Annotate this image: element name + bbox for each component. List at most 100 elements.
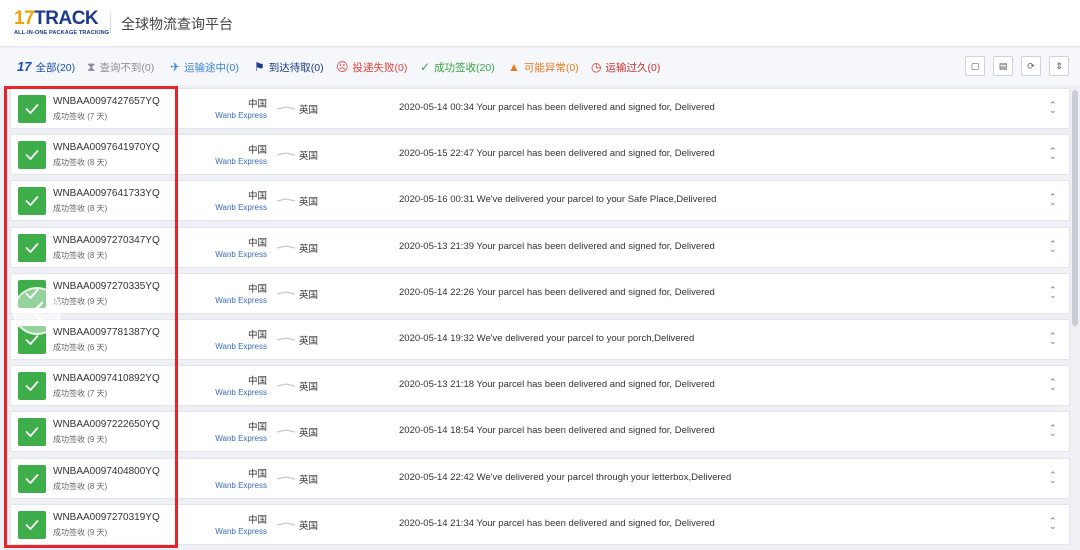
filter-pickup[interactable]: ⚑ 到达待取(0)	[254, 59, 324, 75]
filter-all[interactable]: 17 全部(20)	[17, 59, 75, 75]
carrier-link[interactable]: Wanb Express	[215, 157, 267, 166]
destination-country: 英国	[299, 244, 319, 255]
filter-not-found-label: 查询不到(0)	[99, 61, 155, 74]
carrier-link[interactable]: Wanb Express	[215, 481, 267, 490]
shipment-row[interactable]: WNBAA0097641970YQ 成功签收 (8 天) 中国 Wanb Expres…	[10, 134, 1070, 175]
latest-event: 2020-05-14 18:54 Your parcel has been de…	[399, 425, 715, 436]
expand-row-icon[interactable]: ⌃ ⌄	[1049, 147, 1057, 161]
origin-country: 中国	[247, 284, 267, 295]
filter-failed-label: 投递失败(0)	[352, 61, 408, 74]
logo-wordmark: 17TRACK	[14, 9, 104, 28]
carrier-link[interactable]: Wanb Express	[215, 527, 267, 536]
carrier-link[interactable]: Wanb Express	[215, 203, 267, 212]
filter-all-label: 全部(20)	[35, 61, 76, 74]
shipment-row[interactable]: WNBAA0097641733YQ 成功签收 (8 天) 中国 Wanb Expres…	[10, 180, 1070, 221]
shipment-row[interactable]: WNBAA0097781387YQ 成功签收 (6 天) 中国 Wanb Expres…	[10, 319, 1070, 360]
tracking-number[interactable]: WNBAA0097410892YQ	[53, 373, 160, 384]
logo-17: 17	[14, 8, 35, 29]
route-arrow-icon	[277, 383, 295, 387]
carrier-link[interactable]: Wanb Express	[215, 111, 267, 120]
carrier-link[interactable]: Wanb Express	[215, 296, 267, 305]
status-filter-bar: 17 全部(20) ⧗ 查询不到(0) ✈ 运输途中(0) ⚑ 到达待取(0) ☹ 投递失…	[0, 48, 1080, 86]
tracking-number[interactable]: WNBAA0097781387YQ	[53, 327, 160, 338]
filter-pickup-label: 到达待取(0)	[268, 61, 324, 74]
tracking-number[interactable]: WNBAA0097404800YQ	[53, 466, 160, 477]
scrollbar[interactable]	[1070, 88, 1080, 550]
checkmark-icon: ✓	[420, 60, 431, 74]
status-badge: 成功签收 (9 天)	[53, 528, 108, 537]
destination-country: 英国	[299, 197, 319, 208]
carrier-link[interactable]: Wanb Express	[215, 388, 267, 397]
tracking-number[interactable]: WNBAA0097222650YQ	[53, 419, 160, 430]
filter-exception[interactable]: ▲ 可能异常(0)	[508, 59, 579, 75]
destination-country: 英国	[299, 475, 319, 486]
flag-icon: ⚑	[254, 60, 265, 74]
shipment-row[interactable]: WNBAA0097410892YQ 成功签收 (7 天) 中国 Wanb Expres…	[10, 365, 1070, 406]
filter-delivered[interactable]: ✓ 成功签收(20)	[420, 59, 495, 75]
route-arrow-icon	[277, 522, 295, 526]
status-badge: 成功签收 (9 天)	[53, 435, 108, 444]
copy-button[interactable]: ▢	[965, 56, 985, 76]
delivered-check-icon	[18, 187, 46, 215]
logo-tagline: ALL-IN-ONE PACKAGE TRACKING	[14, 30, 110, 36]
carrier-link[interactable]: Wanb Express	[215, 250, 267, 259]
destination-country: 英国	[299, 382, 319, 393]
shipment-row[interactable]: WNBAA0097270347YQ 成功签收 (8 天) 中国 Wanb Expres…	[10, 227, 1070, 268]
expand-row-icon[interactable]: ⌃ ⌄	[1049, 193, 1057, 207]
carrier-link[interactable]: Wanb Express	[215, 434, 267, 443]
filter-failed[interactable]: ☹ 投递失败(0)	[336, 59, 407, 75]
origin-country: 中国	[247, 376, 267, 387]
latest-event: 2020-05-16 00:31 We've delivered your pa…	[399, 194, 717, 205]
filter-expired-label: 运输过久(0)	[605, 61, 661, 74]
latest-event: 2020-05-15 22:47 Your parcel has been de…	[399, 148, 715, 159]
delivered-check-icon	[18, 95, 46, 123]
origin-country: 中国	[247, 469, 267, 480]
status-badge: 成功签收 (8 天)	[53, 204, 108, 213]
tracking-number[interactable]: WNBAA0097641970YQ	[53, 142, 160, 153]
shipment-row[interactable]: WNBAA0097404800YQ 成功签收 (8 天) 中国 Wanb Expres…	[10, 458, 1070, 499]
filter-expired[interactable]: ◷ 运输过久(0)	[591, 59, 660, 75]
17track-logo[interactable]: 17TRACK ALL-IN-ONE PACKAGE TRACKING	[14, 9, 110, 37]
refresh-icon: ⟳	[1027, 60, 1035, 71]
expand-row-icon[interactable]: ⌃ ⌄	[1049, 471, 1057, 485]
shipment-row[interactable]: WNBAA0097222650YQ 成功签收 (9 天) 中国 Wanb Expres…	[10, 411, 1070, 452]
expand-row-icon[interactable]: ⌃ ⌄	[1049, 332, 1057, 346]
scrollbar-thumb[interactable]	[1072, 90, 1078, 326]
filter-in-transit[interactable]: ✈ 运输途中(0)	[170, 59, 239, 75]
filter-exception-label: 可能异常(0)	[523, 61, 579, 74]
shipment-row[interactable]: WNBAA0097270335YQ 成功签收 (9 天) 中国 Wanb Expres…	[10, 273, 1070, 314]
tracking-number[interactable]: WNBAA0097270335YQ	[53, 281, 160, 292]
shipment-row[interactable]: WNBAA0097270319YQ 成功签收 (9 天) 中国 Wanb Expres…	[10, 504, 1070, 545]
delivered-check-icon	[18, 141, 46, 169]
filter-delivered-label: 成功签收(20)	[434, 61, 495, 74]
expand-row-icon[interactable]: ⌃ ⌄	[1049, 424, 1057, 438]
expand-row-icon[interactable]: ⌃ ⌄	[1049, 101, 1057, 115]
expand-all-button[interactable]: ⇕	[1049, 56, 1069, 76]
origin-country: 中国	[247, 99, 267, 110]
tracking-number[interactable]: WNBAA0097641733YQ	[53, 188, 160, 199]
copy-all-button[interactable]: ▤	[993, 56, 1013, 76]
filter-not-found[interactable]: ⧗ 查询不到(0)	[87, 59, 154, 75]
shipment-row[interactable]: WNBAA0097427657YQ 成功签收 (7 天) 中国 Wanb Expres…	[10, 88, 1070, 129]
back-button[interactable]	[13, 287, 61, 335]
refresh-button[interactable]: ⟳	[1021, 56, 1041, 76]
origin-country: 中国	[247, 515, 267, 526]
tracking-number[interactable]: WNBAA0097270319YQ	[53, 512, 160, 523]
expand-row-icon[interactable]: ⌃ ⌄	[1049, 240, 1057, 254]
tracking-number[interactable]: WNBAA0097427657YQ	[53, 96, 160, 107]
expand-row-icon[interactable]: ⌃ ⌄	[1049, 517, 1057, 531]
expand-row-icon[interactable]: ⌃ ⌄	[1049, 286, 1057, 300]
destination-country: 英国	[299, 151, 319, 162]
carrier-link[interactable]: Wanb Express	[215, 342, 267, 351]
origin-country: 中国	[247, 422, 267, 433]
route-arrow-icon	[277, 429, 295, 433]
logo-track: TRACK	[34, 8, 99, 29]
expand-row-icon[interactable]: ⌃ ⌄	[1049, 378, 1057, 392]
status-badge: 成功签收 (6 天)	[53, 343, 108, 352]
delivered-check-icon	[18, 372, 46, 400]
expand-collapse-icon: ⇕	[1055, 60, 1063, 71]
tracking-number[interactable]: WNBAA0097270347YQ	[53, 235, 160, 246]
route-arrow-icon	[277, 291, 295, 295]
airplane-icon: ✈	[170, 60, 181, 74]
route-arrow-icon	[277, 198, 295, 202]
